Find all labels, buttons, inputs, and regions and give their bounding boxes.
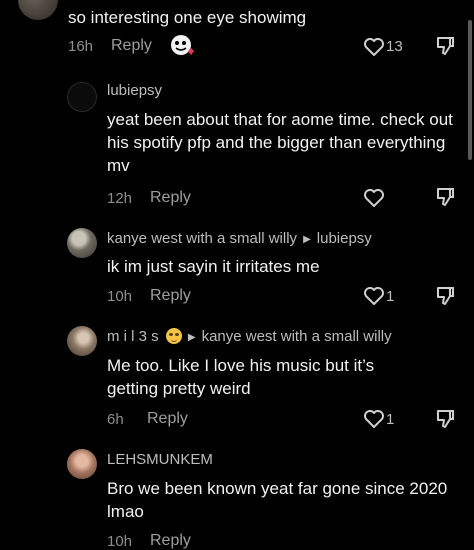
like-count: 1 xyxy=(386,288,395,305)
comment-time: 10h xyxy=(107,533,133,550)
comment-time: 6h xyxy=(107,411,124,428)
thumbs-down-icon[interactable] xyxy=(435,285,455,312)
like-count: 1 xyxy=(386,411,395,428)
comment-time: 16h xyxy=(68,38,94,55)
ghost-sticker-icon xyxy=(170,33,196,62)
reply-to-username[interactable]: kanye west with a small willy xyxy=(202,328,392,345)
like-count: 13 xyxy=(386,38,403,55)
comment-text: yeat been about that for aome time. chec… xyxy=(107,110,453,175)
comment-text: so interesting one eye showimg xyxy=(68,8,307,27)
heart-icon[interactable] xyxy=(363,286,385,311)
reply-arrow-icon: ▶ xyxy=(303,234,311,245)
comment-text: Me too. Like I love his music but it’s g… xyxy=(107,356,375,398)
comment-time: 12h xyxy=(107,190,133,207)
reply-button[interactable]: Reply xyxy=(150,287,191,305)
heart-icon[interactable] xyxy=(363,188,385,213)
reply-button[interactable]: Reply xyxy=(111,37,152,55)
comment-username[interactable]: LEHSMUNKEM xyxy=(107,451,213,468)
reply-arrow-icon: ▶ xyxy=(187,332,196,343)
avatar[interactable] xyxy=(67,82,97,112)
heart-icon[interactable] xyxy=(363,37,385,62)
avatar[interactable] xyxy=(67,326,97,356)
avatar[interactable] xyxy=(18,0,58,20)
comment-time: 10h xyxy=(107,288,133,305)
comment-username[interactable]: kanye west with a small willy xyxy=(107,230,297,247)
thumbs-down-icon[interactable] xyxy=(435,186,455,213)
comment-text: Bro we been known yeat far gone since 20… xyxy=(107,479,448,521)
avatar[interactable] xyxy=(67,449,97,479)
reply-to-username[interactable]: lubiepsy xyxy=(317,230,372,247)
thumbs-down-icon[interactable] xyxy=(435,408,455,435)
avatar[interactable] xyxy=(67,228,97,258)
thumbs-down-icon[interactable] xyxy=(435,35,455,62)
comment-username-line: kanye west with a small willy ▶ lubiepsy xyxy=(107,230,372,247)
comment-username[interactable]: lubiepsy xyxy=(107,82,162,99)
reply-button[interactable]: Reply xyxy=(150,532,191,550)
reply-button[interactable]: Reply xyxy=(150,189,191,207)
smiling-face-emoji xyxy=(165,328,182,344)
comment-text: ik im just sayin it irritates me xyxy=(107,257,320,276)
scrollbar[interactable] xyxy=(468,20,472,160)
reply-button[interactable]: Reply xyxy=(147,410,188,428)
comment-username-line: m i l 3 s ▶ kanye west with a small willy xyxy=(107,328,392,345)
heart-icon[interactable] xyxy=(363,409,385,434)
comment-username[interactable]: m i l 3 s xyxy=(107,328,159,345)
